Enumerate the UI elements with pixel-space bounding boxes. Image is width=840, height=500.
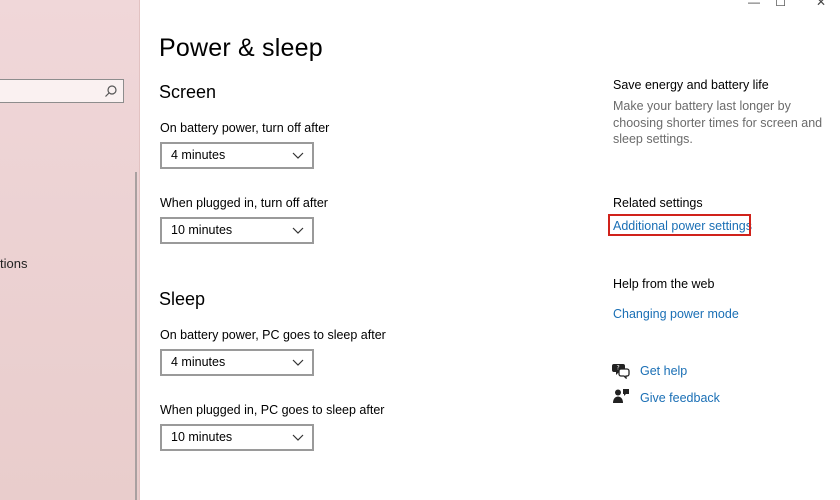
screen-battery-select[interactable]: 4 minutes [160,142,314,169]
sleep-battery-select[interactable]: 4 minutes [160,349,314,376]
page-title: Power & sleep [159,34,323,62]
sidebar-item-label[interactable]: tions [0,256,27,271]
sleep-plugged-label: When plugged in, PC goes to sleep after [160,403,385,417]
screen-plugged-value: 10 minutes [171,223,233,237]
feedback-icon [613,389,629,403]
give-feedback-link[interactable]: Give feedback [640,391,720,405]
chevron-down-icon [292,227,304,234]
sleep-plugged-value: 10 minutes [171,430,233,444]
get-help-icon: ? [612,364,630,379]
save-energy-title: Save energy and battery life [613,78,769,92]
highlight-box [608,214,751,236]
screen-plugged-label: When plugged in, turn off after [160,196,328,210]
screen-plugged-select[interactable]: 10 minutes [160,217,314,244]
search-icon [105,85,117,97]
sidebar-scrollbar[interactable] [135,172,137,500]
related-settings-title: Related settings [613,196,703,210]
screen-section-title: Screen [159,82,217,102]
screen-battery-label: On battery power, turn off after [160,121,330,135]
chevron-down-icon [292,152,304,159]
chevron-down-icon [292,434,304,441]
sleep-battery-value: 4 minutes [171,355,226,369]
get-help-link[interactable]: Get help [640,364,687,378]
svg-text:?: ? [617,365,620,372]
screen-battery-value: 4 minutes [171,148,226,162]
save-energy-description: Make your battery last longer by choosin… [613,99,823,146]
minimize-button[interactable]: — [748,0,760,8]
sidebar: tions [0,0,140,500]
maximize-button[interactable]: ☐ [775,0,786,8]
sleep-section-title: Sleep [159,289,206,309]
close-button[interactable]: ✕ [816,0,826,8]
sleep-plugged-select[interactable]: 10 minutes [160,424,314,451]
search-input[interactable] [0,79,124,103]
sleep-battery-label: On battery power, PC goes to sleep after [160,328,386,342]
help-web-title: Help from the web [613,277,715,291]
chevron-down-icon [292,359,304,366]
changing-power-mode-link[interactable]: Changing power mode [613,307,739,321]
